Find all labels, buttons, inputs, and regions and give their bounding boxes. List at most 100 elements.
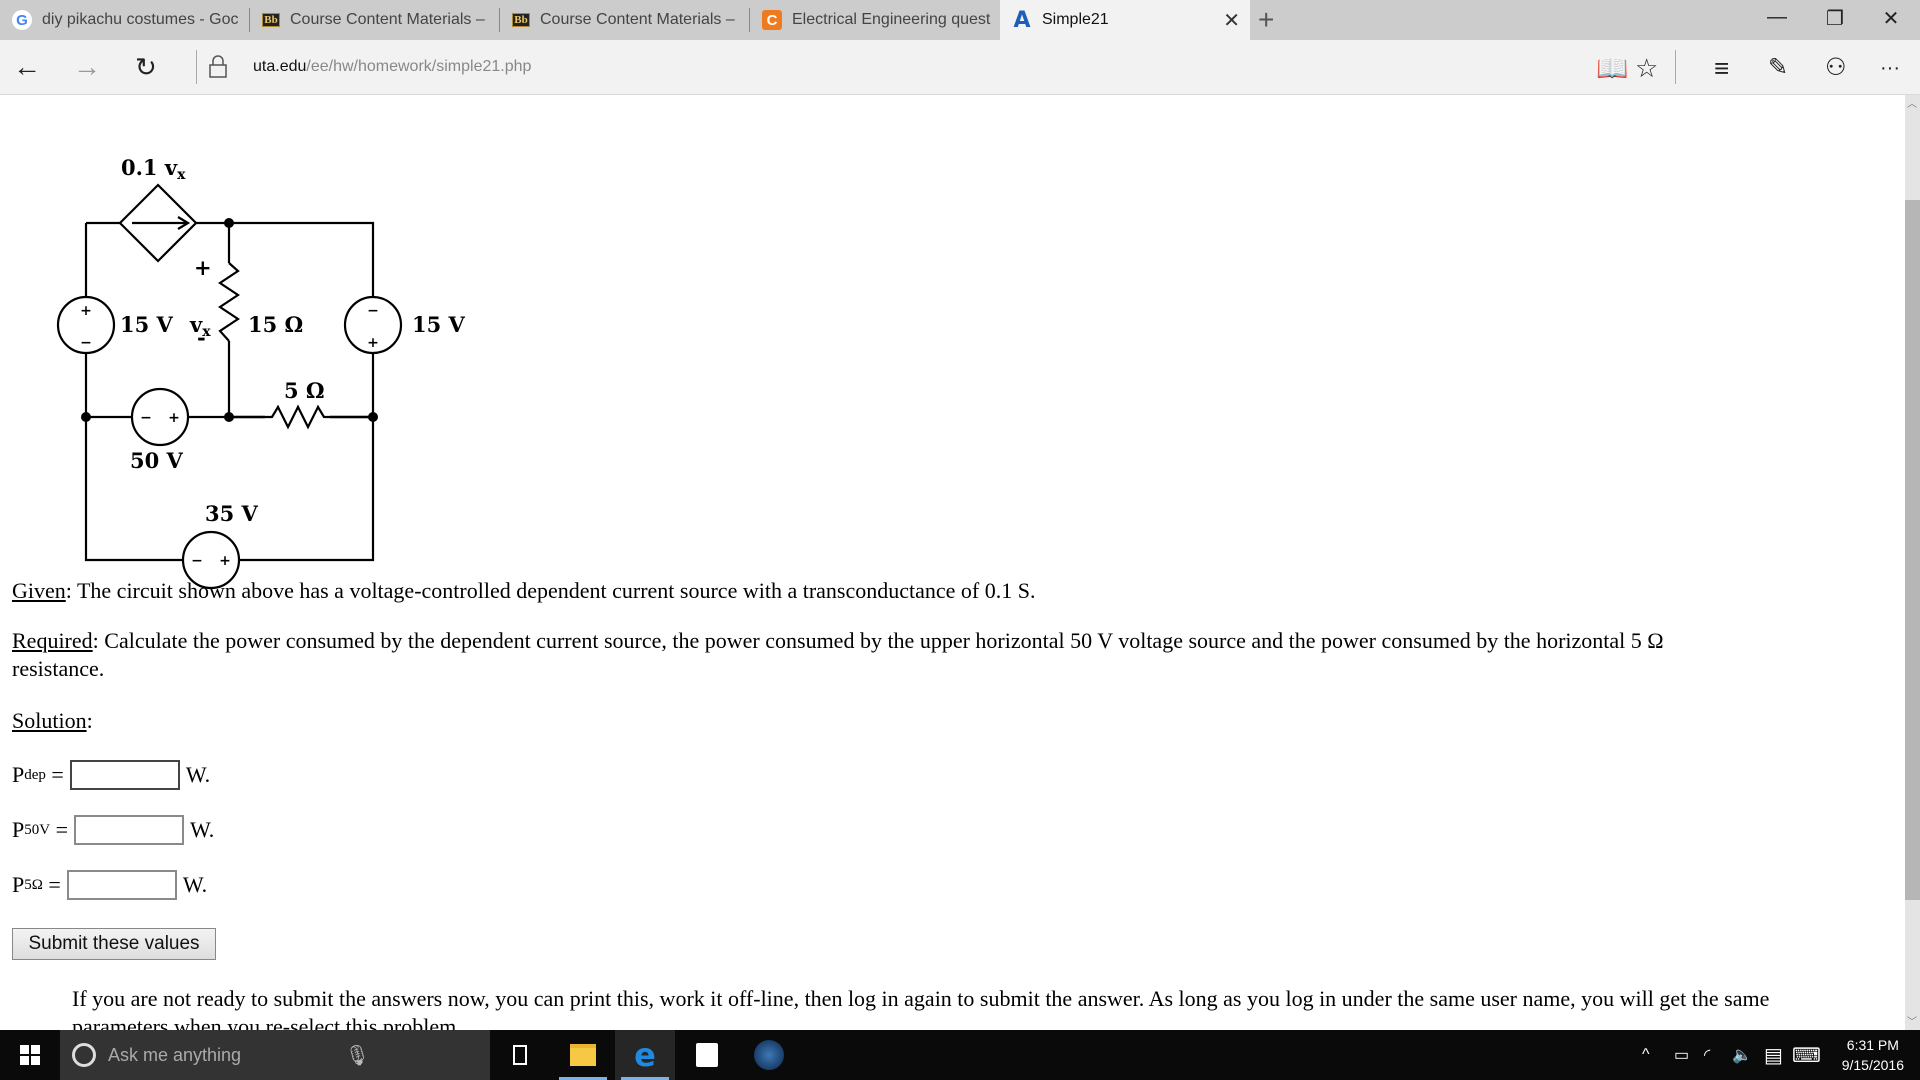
store-button[interactable] <box>677 1030 737 1080</box>
windows-logo-icon <box>20 1045 40 1065</box>
circuit-diagram: +− −+ − + − + 0.1 vx 15 V vx + - 15 Ω 15 V… <box>56 155 466 590</box>
vertical-scrollbar[interactable]: ︿ ﹀ <box>1905 95 1920 1030</box>
edge-icon: e <box>634 1036 656 1074</box>
hub-icon[interactable]: ≡ <box>1714 54 1729 82</box>
answer-subscript: 5Ω <box>24 876 43 893</box>
url-domain: uta.edu <box>253 58 307 75</box>
store-icon <box>696 1043 718 1067</box>
taskbar: Ask me anything 🎙 e ^ ▭ ◜ 🔈 ▤ ⌨ 6:31 PM … <box>0 1030 1920 1080</box>
scroll-down-icon[interactable]: ﹀ <box>1907 1013 1917 1028</box>
tab-course-content-1[interactable]: Bb Course Content Materials – <box>250 0 500 40</box>
right-source-label: 15 V <box>412 312 466 337</box>
offline-note: If you are not ready to submit the answe… <box>72 986 1770 1030</box>
answer-row-p5ohm: P 5Ω = W. <box>12 870 207 900</box>
submit-values-button[interactable]: Submit these values <box>12 928 216 960</box>
reading-view-icon[interactable]: 📖 <box>1596 54 1628 82</box>
svg-text:+: + <box>219 553 231 569</box>
tab-course-content-2[interactable]: Bb Course Content Materials – <box>500 0 750 40</box>
microphone-icon[interactable]: 🎙 <box>345 1043 370 1068</box>
r5-label: 5 Ω <box>284 378 325 403</box>
web-note-icon[interactable]: ✎ <box>1768 54 1788 82</box>
scrollbar-thumb[interactable] <box>1905 200 1920 900</box>
task-view-button[interactable] <box>490 1030 550 1080</box>
back-button[interactable]: ← <box>13 52 41 82</box>
p5ohm-input[interactable] <box>66 870 177 900</box>
favorite-star-icon[interactable]: ☆ <box>1635 54 1658 82</box>
given-text: : The circuit shown above has a voltage-… <box>65 578 1036 603</box>
divider <box>1675 50 1676 84</box>
lock-icon <box>208 54 228 87</box>
svg-text:−: − <box>80 335 92 351</box>
svg-text:0.1 vx: 0.1 vx <box>121 155 186 183</box>
cortana-search[interactable]: Ask me anything 🎙 <box>60 1030 490 1080</box>
forward-button[interactable]: → <box>73 52 101 82</box>
tab-label: Electrical Engineering quest <box>792 11 991 28</box>
wifi-icon[interactable]: ◜ <box>1704 1030 1710 1080</box>
node-dot <box>224 218 234 228</box>
tab-label: Simple21 <box>1042 11 1109 28</box>
tab-google[interactable]: G diy pikachu costumes - Goc <box>0 0 250 40</box>
tab-electrical-engineering[interactable]: C Electrical Engineering quest <box>750 0 1000 40</box>
start-button[interactable] <box>0 1030 60 1080</box>
action-center-icon[interactable]: ▤ <box>1764 1030 1783 1080</box>
steam-button[interactable] <box>739 1030 799 1080</box>
unit-label: W. <box>190 817 215 842</box>
answer-symbol: P <box>12 872 25 897</box>
page-content: + − − + − + − + 0.1 vx 15 V vx + - 15 Ω 15 V… <box>0 95 1905 1030</box>
time: 6:31 PM <box>1846 1037 1899 1053</box>
scroll-up-icon[interactable]: ︿ <box>1907 95 1917 110</box>
answer-row-p50v: P 50V = W. <box>12 815 214 845</box>
blackboard-icon: Bb <box>262 13 280 27</box>
battery-icon[interactable]: ▭ <box>1674 1030 1689 1080</box>
mid-source-label: 50 V <box>130 448 184 473</box>
required-label: Required <box>12 628 93 653</box>
address-input[interactable]: uta.edu/ee/hw/homework/simple21.php <box>253 58 531 76</box>
bottom-source-label: 35 V <box>205 501 259 526</box>
restore-button[interactable]: ❐ <box>1815 6 1855 31</box>
tab-bar: G diy pikachu costumes - Goc Bb Course C… <box>0 0 1920 40</box>
required-text: : Calculate the power consumed by the de… <box>92 628 1664 653</box>
dep-source-label: 0.1 v <box>121 155 178 180</box>
touch-keyboard-icon[interactable]: ⌨ <box>1792 1030 1821 1080</box>
node-dot <box>368 412 378 422</box>
node-dot <box>81 412 91 422</box>
dep-arrow <box>132 216 191 230</box>
vx-minus: - <box>197 325 206 350</box>
tab-label: diy pikachu costumes - Goc <box>42 11 239 28</box>
show-hidden-icons[interactable]: ^ <box>1642 1030 1650 1080</box>
refresh-button[interactable]: ↻ <box>135 52 157 82</box>
tab-label: Course Content Materials – <box>540 11 735 28</box>
steam-icon <box>754 1040 784 1070</box>
edge-button[interactable]: e <box>615 1030 675 1080</box>
r15-label: 15 Ω <box>248 312 303 337</box>
more-icon[interactable]: ··· <box>1880 54 1900 82</box>
minimize-button[interactable]: — <box>1757 6 1797 29</box>
new-tab-button[interactable]: + <box>1258 4 1274 36</box>
share-icon[interactable]: ⚇ <box>1825 54 1847 82</box>
required-text-cont: resistance. <box>12 656 105 681</box>
p50v-input[interactable] <box>74 815 185 845</box>
clock[interactable]: 6:31 PM 9/15/2016 <box>1842 1035 1904 1075</box>
close-window-button[interactable]: ✕ <box>1871 6 1911 31</box>
solution-heading: Solution: <box>12 708 93 733</box>
file-explorer-button[interactable] <box>553 1030 613 1080</box>
folder-icon <box>570 1044 596 1066</box>
volume-icon[interactable]: 🔈 <box>1732 1030 1752 1080</box>
chegg-icon: C <box>762 10 782 30</box>
svg-text:−: − <box>191 553 203 569</box>
svg-text:+: + <box>80 303 92 319</box>
pdep-input[interactable] <box>69 760 180 790</box>
vx-plus: + <box>194 255 212 280</box>
node-dot <box>224 412 234 422</box>
close-tab-icon[interactable]: ✕ <box>1223 8 1240 33</box>
date: 9/15/2016 <box>1841 1057 1904 1073</box>
tab-simple21[interactable]: A Simple21 ✕ <box>1000 0 1250 40</box>
unit-label: W. <box>182 872 208 897</box>
required-paragraph: Required: Calculate the power consumed b… <box>12 627 1664 655</box>
answer-subscript: dep <box>24 766 46 783</box>
left-source-label: 15 V <box>120 312 174 337</box>
divider <box>196 50 197 84</box>
solution-label: Solution <box>12 708 87 733</box>
answer-subscript: 50V <box>24 821 51 838</box>
svg-text:−: − <box>367 303 379 319</box>
